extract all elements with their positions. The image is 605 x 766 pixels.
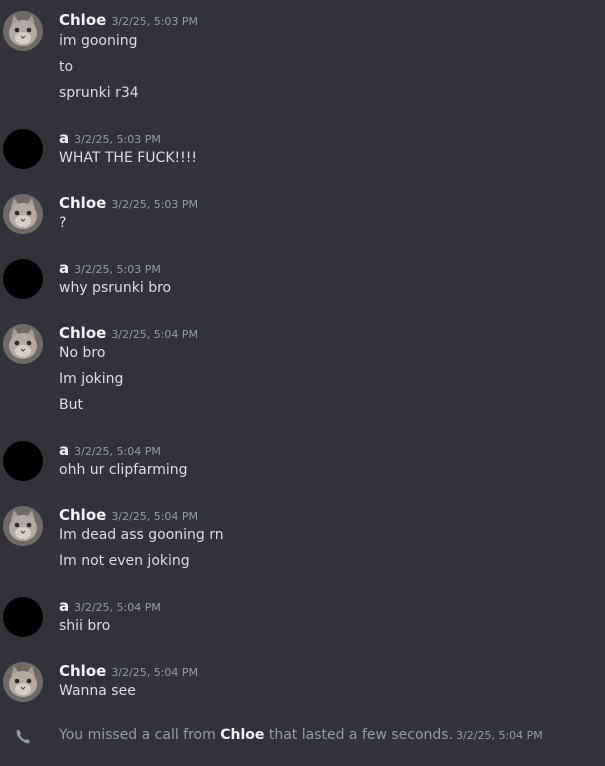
chat-log: Chloe 3/2/25, 5:03 PM im gooning to sprun… [0, 0, 605, 766]
timestamp[interactable]: 3/2/25, 5:04 PM [111, 666, 198, 679]
message-header: a 3/2/25, 5:04 PM [59, 596, 161, 616]
message-text: WHAT THE FUCK!!!! [59, 150, 197, 166]
avatar[interactable] [3, 506, 43, 546]
timestamp[interactable]: 3/2/25, 5:03 PM [111, 198, 198, 211]
author-name[interactable]: a [59, 259, 69, 277]
avatar[interactable] [3, 597, 43, 637]
author-name[interactable]: Chloe [59, 662, 106, 680]
cat-avatar-icon [3, 506, 43, 546]
message-text: Im joking [59, 371, 124, 387]
author-name[interactable]: a [59, 129, 69, 147]
message-group: a 3/2/25, 5:03 PM why psrunki bro [0, 248, 605, 308]
message-text: ? [59, 215, 67, 231]
timestamp[interactable]: 3/2/25, 5:03 PM [74, 133, 161, 146]
missed-call-suffix: that lasted a few seconds. [264, 727, 454, 743]
author-name[interactable]: Chloe [59, 11, 106, 29]
message-group: Chloe 3/2/25, 5:03 PM ? [0, 183, 605, 243]
avatar[interactable] [3, 259, 43, 299]
timestamp[interactable]: 3/2/25, 5:03 PM [74, 263, 161, 276]
avatar[interactable] [3, 324, 43, 364]
timestamp[interactable]: 3/2/25, 5:04 PM [456, 729, 543, 742]
message-text: Wanna see [59, 683, 136, 699]
message-group: a 3/2/25, 5:03 PM WHAT THE FUCK!!!! [0, 118, 605, 178]
message-header: Chloe 3/2/25, 5:03 PM [59, 10, 198, 30]
author-name[interactable]: Chloe [59, 324, 106, 342]
message-group: a 3/2/25, 5:04 PM ohh ur clipfarming [0, 430, 605, 490]
avatar[interactable] [3, 441, 43, 481]
message-group: Chloe 3/2/25, 5:04 PM No bro Im joking Bu… [0, 313, 605, 428]
author-name[interactable]: a [59, 441, 69, 459]
message-group: Chloe 3/2/25, 5:04 PM Wanna see [0, 651, 605, 711]
message-text: why psrunki bro [59, 280, 172, 296]
message-header: a 3/2/25, 5:03 PM [59, 258, 161, 278]
message-header: a 3/2/25, 5:04 PM [59, 440, 161, 460]
message-text: sprunki r34 [59, 85, 139, 101]
timestamp[interactable]: 3/2/25, 5:04 PM [74, 445, 161, 458]
cat-avatar-icon [3, 194, 43, 234]
message-text: shii bro [59, 618, 111, 634]
avatar[interactable] [3, 194, 43, 234]
message-text: No bro [59, 345, 106, 361]
cat-avatar-icon [3, 324, 43, 364]
avatar[interactable] [3, 129, 43, 169]
message-text: ohh ur clipfarming [59, 462, 188, 478]
cat-avatar-icon [3, 11, 43, 51]
message-header: Chloe 3/2/25, 5:03 PM [59, 193, 198, 213]
missed-call-notice: You missed a call from Chloe that lasted… [0, 722, 605, 752]
missed-call-prefix: You missed a call from [59, 727, 221, 743]
message-text: Im not even joking [59, 553, 190, 569]
missed-call-author[interactable]: Chloe [220, 727, 264, 743]
timestamp[interactable]: 3/2/25, 5:04 PM [111, 510, 198, 523]
message-text: But [59, 397, 83, 413]
message-group: Chloe 3/2/25, 5:04 PM Im dead ass gooning… [0, 495, 605, 585]
cat-avatar-icon [3, 662, 43, 702]
message-header: Chloe 3/2/25, 5:04 PM [59, 661, 198, 681]
timestamp[interactable]: 3/2/25, 5:04 PM [111, 328, 198, 341]
message-group: a 3/2/25, 5:04 PM shii bro [0, 586, 605, 646]
message-group: Chloe 3/2/25, 5:03 PM im gooning to sprun… [0, 0, 605, 115]
phone-icon [13, 727, 33, 747]
avatar[interactable] [3, 662, 43, 702]
timestamp[interactable]: 3/2/25, 5:04 PM [74, 601, 161, 614]
author-name[interactable]: a [59, 597, 69, 615]
author-name[interactable]: Chloe [59, 194, 106, 212]
avatar[interactable] [3, 11, 43, 51]
message-header: Chloe 3/2/25, 5:04 PM [59, 505, 198, 525]
author-name[interactable]: Chloe [59, 506, 106, 524]
timestamp[interactable]: 3/2/25, 5:03 PM [111, 15, 198, 28]
missed-call-text: You missed a call from Chloe that lasted… [59, 727, 543, 743]
message-text: to [59, 59, 74, 75]
message-header: Chloe 3/2/25, 5:04 PM [59, 323, 198, 343]
message-text: Im dead ass gooning rn [59, 527, 224, 543]
message-text: im gooning [59, 33, 138, 49]
message-header: a 3/2/25, 5:03 PM [59, 128, 161, 148]
